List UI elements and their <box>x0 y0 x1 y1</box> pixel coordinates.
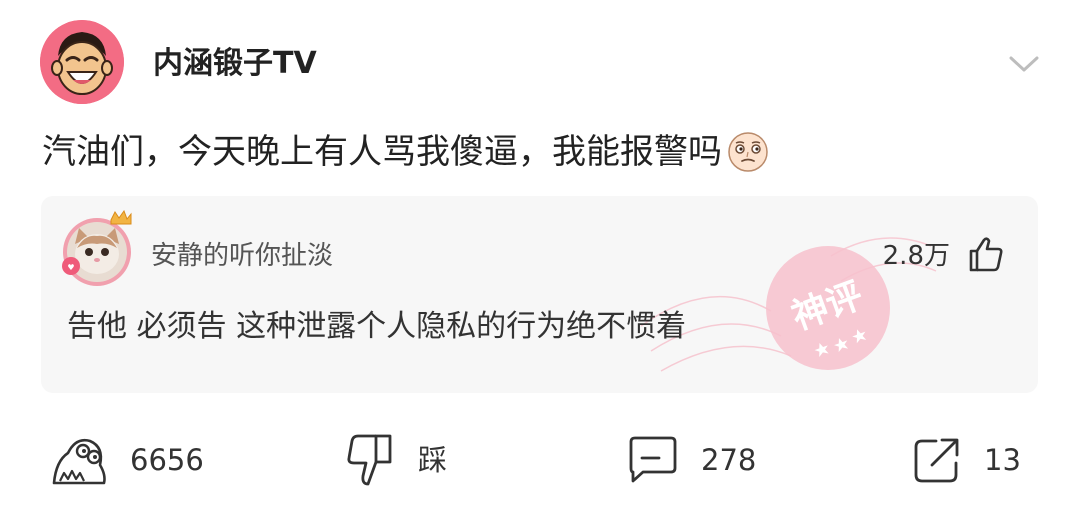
upvote-count: 6656 <box>130 443 204 477</box>
share-count: 13 <box>984 443 1021 477</box>
comment-button[interactable]: 278 <box>627 430 756 490</box>
commenter-username[interactable]: 安静的听你扯淡 <box>151 238 333 274</box>
downvote-label: 踩 <box>418 443 448 477</box>
comment-text: 告他 必须告 这种泄露个人隐私的行为绝不惯着 <box>67 309 687 344</box>
cartoon-face-icon <box>40 20 124 104</box>
commenter-avatar[interactable]: ♥ <box>61 209 139 288</box>
comment-like-count: 2.8万 <box>882 241 950 271</box>
post-text: 汽油们，今天晚上有人骂我傻逼，我能报警吗 <box>42 130 770 174</box>
svg-text:♥: ♥ <box>67 263 74 272</box>
comment-bubble-icon <box>629 436 677 483</box>
smirk-face-emoji-icon <box>726 130 770 174</box>
downvote-button[interactable]: 踩 <box>346 430 447 490</box>
laughing-face-icon <box>52 438 106 485</box>
comment-count: 278 <box>701 443 757 477</box>
top-comment-card[interactable]: 神评 ♥ 安静的听你扯淡 2.8万 告他 必须告 这种泄露个人隐私的行为绝不惯着 <box>41 196 1038 393</box>
thumbs-up-icon[interactable] <box>965 234 1005 274</box>
author-name[interactable]: 内涵锻子TV <box>153 44 317 84</box>
chevron-down-icon[interactable] <box>1003 48 1045 78</box>
thumbs-down-icon <box>347 434 392 486</box>
share-arrow-icon <box>914 438 959 483</box>
post-text-content: 汽油们，今天晚上有人骂我傻逼，我能报警吗 <box>42 132 722 172</box>
share-button[interactable]: 13 <box>912 430 1021 490</box>
author-avatar[interactable] <box>40 20 124 104</box>
upvote-button[interactable]: 6656 <box>50 430 204 490</box>
